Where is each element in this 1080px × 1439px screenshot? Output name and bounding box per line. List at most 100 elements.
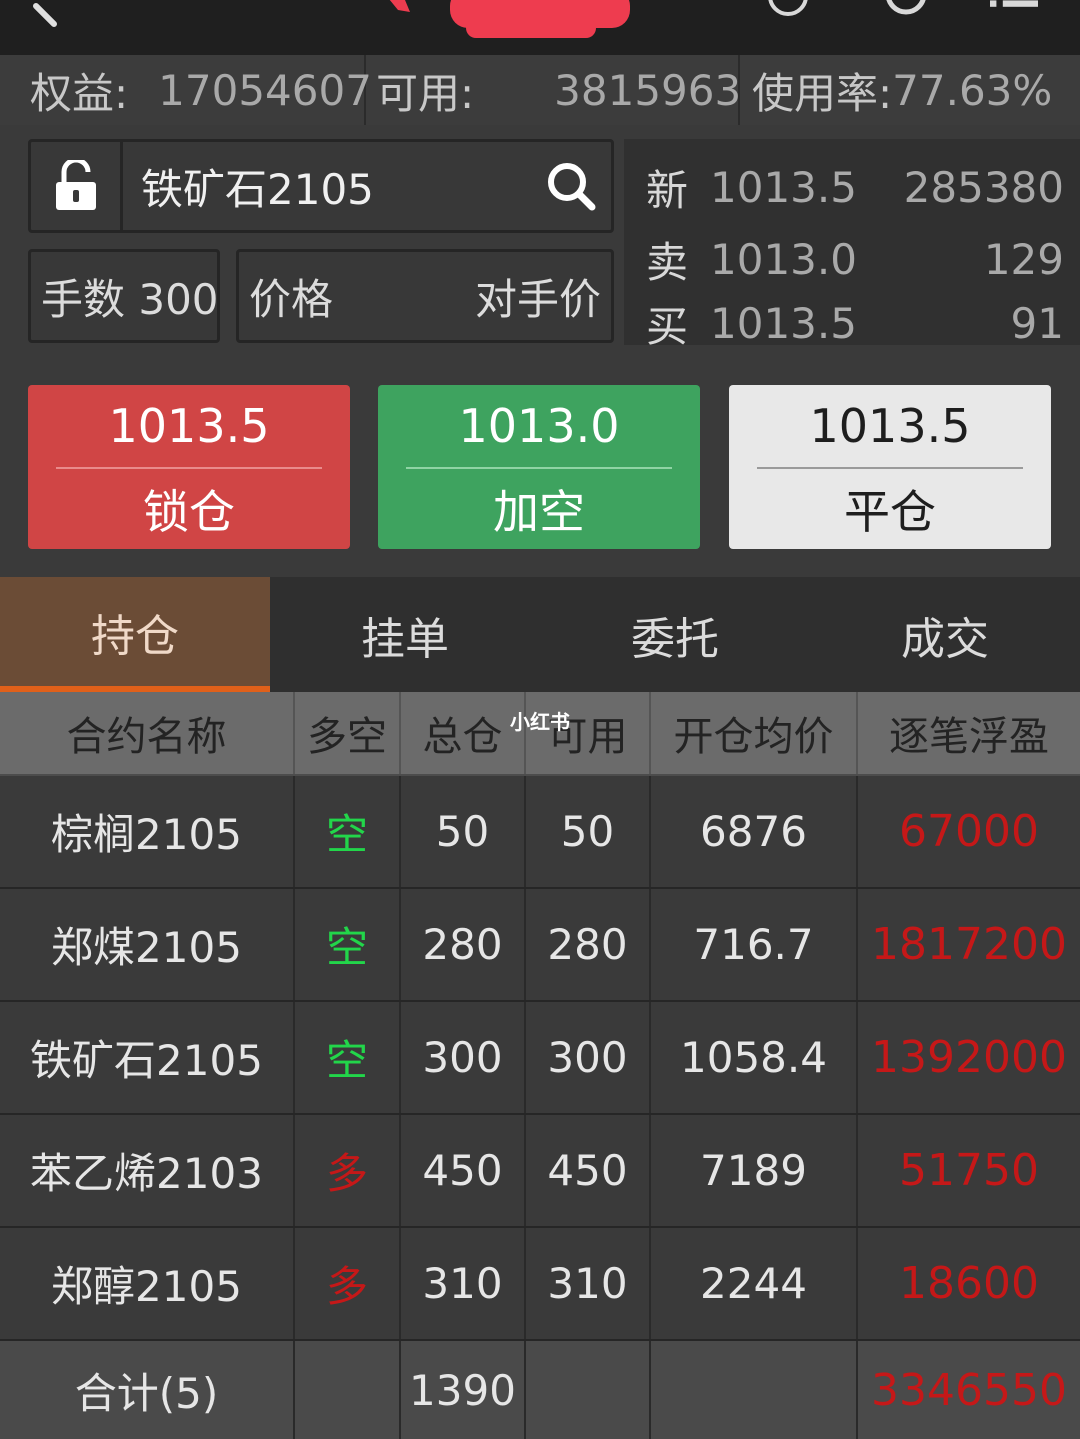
tab-orders[interactable]: 委托 — [540, 577, 810, 692]
search-button[interactable] — [531, 142, 611, 230]
header-contract: 合约名称 — [0, 692, 295, 774]
tab-positions[interactable]: 持仓 — [0, 577, 270, 692]
floating-pnl: 1817200 — [871, 919, 1067, 970]
total-qty: 300 — [401, 1002, 526, 1113]
available-value: 3815963 — [554, 65, 742, 115]
table-row[interactable]: 棕榈2105 空 50 50 6876 67000 — [0, 776, 1080, 889]
ask-price: 1013.0 — [710, 234, 857, 284]
contract-name: 苯乙烯2103 — [0, 1115, 295, 1226]
header-side: 多空 — [295, 692, 401, 774]
table-row[interactable]: 郑煤2105 空 280 280 716.7 1817200 — [0, 889, 1080, 1002]
tab-bar: 持仓 挂单 委托 成交 — [0, 577, 1080, 692]
tab-trades[interactable]: 成交 — [810, 577, 1080, 692]
quote-ask-row: 卖 1013.0 129 — [624, 229, 1080, 289]
header-pnl: 逐笔浮盈 — [889, 714, 1049, 760]
contract-name: 铁矿石2105 — [0, 1002, 295, 1113]
available-cell: 可用: 3815963 — [366, 55, 742, 125]
account-summary: 权益: 17054607 可用: 3815963 使用率: 77.63% — [0, 55, 1080, 125]
side: 多 — [295, 1228, 401, 1339]
last-price: 1013.5 — [710, 162, 857, 212]
price-label: 价格 — [249, 274, 334, 324]
total-side-empty — [295, 1341, 401, 1439]
quote-box: 新 1013.5 285380 卖 1013.0 129 买 1013.5 91 — [624, 139, 1080, 351]
watermark: 小红书 — [510, 710, 570, 734]
last-label: 新 — [646, 165, 689, 215]
side: 空 — [295, 889, 401, 1000]
bid-price: 1013.5 — [710, 298, 857, 348]
close-price: 1013.5 — [809, 399, 971, 453]
quote-last-row: 新 1013.5 285380 — [624, 157, 1080, 217]
unlock-icon — [55, 160, 96, 210]
side: 多 — [295, 1115, 401, 1226]
usage-cell: 使用率: 77.63% — [740, 55, 1080, 125]
header-avg-price: 开仓均价 — [651, 692, 858, 774]
total-qty-sum: 1390 — [401, 1341, 526, 1439]
contract-name: 郑煤2105 — [0, 889, 295, 1000]
price-mode[interactable]: 对手价 — [475, 266, 601, 327]
equity-value: 17054607 — [158, 65, 372, 115]
unlock-button[interactable] — [31, 142, 123, 230]
equity-label: 权益: — [30, 68, 129, 118]
volume: 285380 — [903, 162, 1064, 212]
symbol-selector[interactable]: 铁矿石2105 — [28, 139, 614, 233]
table-total-row: 合计(5) 1390 3346550 — [0, 1341, 1080, 1439]
available-qty: 50 — [526, 776, 651, 887]
header-total: 总仓 — [401, 692, 526, 774]
add-short-button[interactable]: 1013.0 加空 — [378, 385, 700, 549]
symbol-name[interactable]: 铁矿石2105 — [123, 142, 531, 230]
available-qty: 310 — [526, 1228, 651, 1339]
quantity-field[interactable]: 手数 300 — [28, 249, 220, 343]
table-row[interactable]: 铁矿石2105 空 300 300 1058.4 1392000 — [0, 1002, 1080, 1115]
menu-icon[interactable] — [990, 0, 1038, 30]
bid-qty: 91 — [1010, 298, 1064, 348]
side: 空 — [295, 1002, 401, 1113]
usage-label: 使用率: — [752, 68, 893, 118]
avg-price: 6876 — [651, 776, 858, 887]
total-qty: 50 — [401, 776, 526, 887]
lock-price: 1013.5 — [108, 399, 270, 453]
total-avail-empty — [526, 1341, 651, 1439]
refresh-icon[interactable] — [882, 0, 930, 30]
short-label: 加空 — [493, 485, 585, 539]
close-position-button[interactable]: 1013.5 平仓 — [729, 385, 1051, 549]
available-qty: 450 — [526, 1115, 651, 1226]
short-price: 1013.0 — [458, 399, 620, 453]
available-qty: 280 — [526, 889, 651, 1000]
nav-bar — [0, 0, 1080, 55]
equity-cell: 权益: 17054607 — [0, 55, 372, 125]
quote-bid-row: 买 1013.5 91 — [624, 293, 1080, 353]
available-label: 可用: — [376, 68, 475, 118]
floating-pnl: 18600 — [899, 1258, 1039, 1309]
lock-label: 锁仓 — [143, 485, 235, 539]
total-avg-empty — [651, 1341, 858, 1439]
positions-table: 合约名称 多空 总仓 可用 开仓均价 逐笔浮盈 棕榈2105 空 50 50 6… — [0, 692, 1080, 1439]
order-panel: 铁矿石2105 手数 300 价格 对手价 新 1013.5 285380 卖 … — [0, 125, 1080, 577]
total-qty: 310 — [401, 1228, 526, 1339]
total-label: 合计(5) — [0, 1341, 295, 1439]
tab-pending-orders[interactable]: 挂单 — [270, 577, 540, 692]
lock-position-button[interactable]: 1013.5 锁仓 — [28, 385, 350, 549]
back-arrow-icon[interactable] — [26, 0, 74, 34]
avg-price: 2244 — [651, 1228, 858, 1339]
close-label: 平仓 — [844, 485, 936, 539]
redaction-mark — [389, 0, 630, 38]
total-qty: 450 — [401, 1115, 526, 1226]
avg-price: 1058.4 — [651, 1002, 858, 1113]
available-qty: 300 — [526, 1002, 651, 1113]
floating-pnl: 67000 — [899, 806, 1039, 857]
ask-qty: 129 — [983, 234, 1064, 284]
total-qty: 280 — [401, 889, 526, 1000]
table-row[interactable]: 郑醇2105 多 310 310 2244 18600 — [0, 1228, 1080, 1341]
contract-name: 郑醇2105 — [0, 1228, 295, 1339]
side: 空 — [295, 776, 401, 887]
search-icon — [548, 163, 596, 211]
bid-label: 买 — [646, 301, 689, 351]
avg-price: 7189 — [651, 1115, 858, 1226]
usage-value: 77.63% — [892, 65, 1053, 115]
floating-pnl: 1392000 — [871, 1032, 1067, 1083]
table-row[interactable]: 苯乙烯2103 多 450 450 7189 51750 — [0, 1115, 1080, 1228]
price-field[interactable]: 价格 对手价 — [236, 249, 614, 343]
contract-name: 棕榈2105 — [0, 776, 295, 887]
ask-label: 卖 — [646, 237, 689, 287]
check-icon[interactable] — [764, 0, 812, 30]
